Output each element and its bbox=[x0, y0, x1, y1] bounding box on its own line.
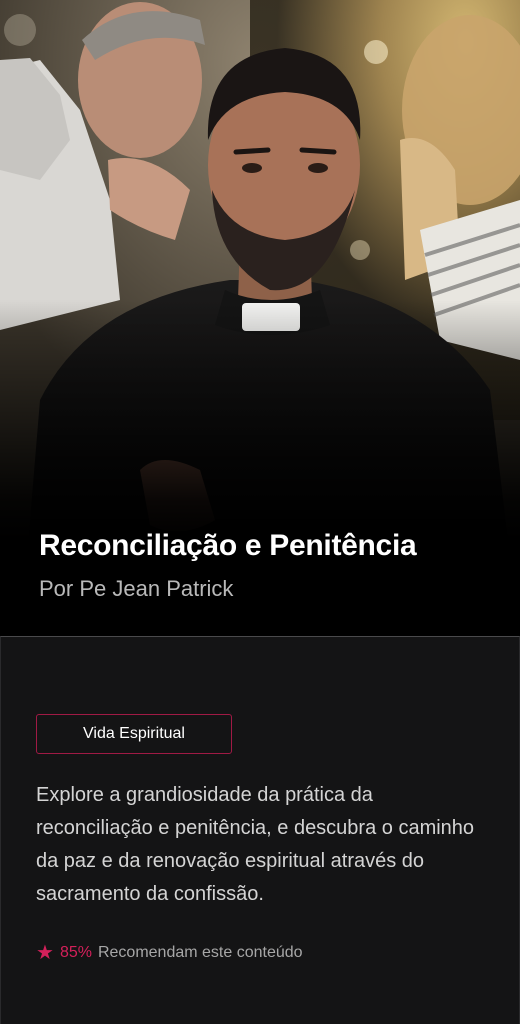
course-title: Reconciliação e Penitência bbox=[39, 529, 417, 562]
recommendation-rating: ★ 85% Recomendam este conteúdo bbox=[36, 943, 303, 963]
rating-percent: 85% bbox=[59, 944, 92, 961]
course-author: Por Pe Jean Patrick bbox=[39, 576, 234, 601]
course-hero: Reconciliação e Penitência Por Pe Jean P… bbox=[0, 0, 520, 636]
category-tag[interactable]: Vida Espiritual bbox=[36, 714, 232, 754]
rating-label: Recomendam este conteúdo bbox=[97, 944, 303, 961]
course-description: Explore a grandiosidade da prática da re… bbox=[36, 784, 475, 905]
course-details-card: Vida Espiritual Explore a grandiosidade … bbox=[0, 636, 520, 1024]
star-icon: ★ bbox=[36, 942, 54, 964]
